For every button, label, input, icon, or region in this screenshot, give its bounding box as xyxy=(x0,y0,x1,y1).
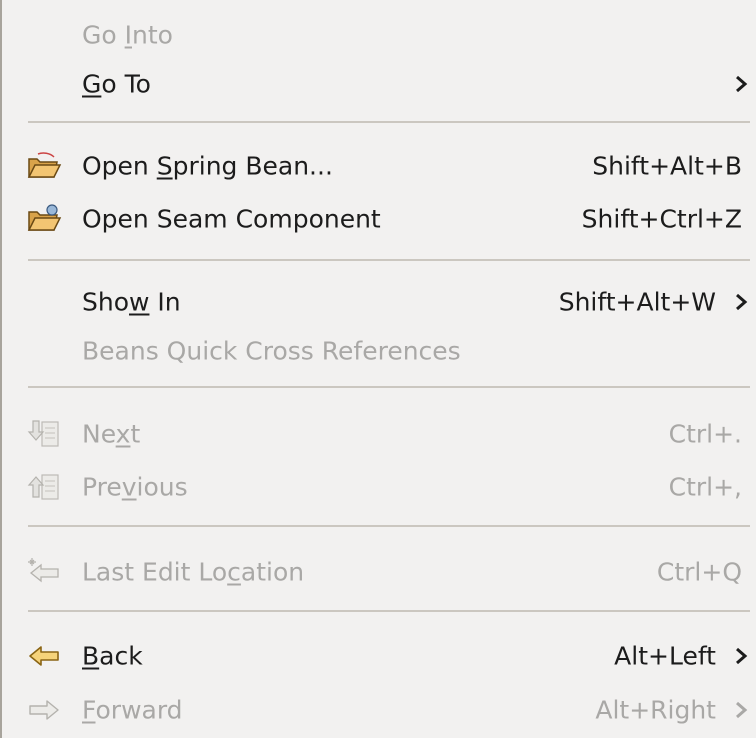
menu-separator xyxy=(28,386,750,388)
menu-item-beans-quick-cross-references[interactable]: Beans Quick Cross References xyxy=(2,327,756,375)
menu-item-last-edit-location-label: Last Edit Location xyxy=(82,557,305,587)
shortcut-label: Alt+Left xyxy=(614,641,716,671)
menu-item-show-in-label: Show In xyxy=(82,287,181,317)
menu-item-previous[interactable]: Previous Ctrl+, xyxy=(2,463,756,511)
shortcut-label: Shift+Alt+W xyxy=(558,287,716,317)
context-menu: Go Into Go To Open Spring Bean... Shift+… xyxy=(0,0,756,738)
menu-item-forward-label: Forward xyxy=(82,695,183,725)
menu-item-next-label: Next xyxy=(82,419,141,449)
chevron-right-icon xyxy=(736,75,748,93)
menu-item-open-spring-bean[interactable]: Open Spring Bean... Shift+Alt+B xyxy=(2,142,756,190)
menu-item-open-spring-bean-label: Open Spring Bean... xyxy=(82,151,333,181)
menu-item-last-edit-location[interactable]: Last Edit Location Ctrl+Q xyxy=(2,548,756,596)
menu-item-beans-quick-cross-references-label: Beans Quick Cross References xyxy=(82,336,461,366)
shortcut-label: Shift+Ctrl+Z xyxy=(581,204,742,234)
menu-item-go-into[interactable]: Go Into xyxy=(2,11,756,59)
shortcut-label: Ctrl+. xyxy=(668,419,742,449)
menu-item-go-to-label: Go To xyxy=(82,69,151,99)
menu-separator xyxy=(28,610,750,612)
menu-separator xyxy=(28,259,750,261)
shortcut-label: Shift+Alt+B xyxy=(592,151,742,181)
menu-item-open-seam-component[interactable]: Open Seam Component Shift+Ctrl+Z xyxy=(2,195,756,243)
open-folder-seam-icon xyxy=(27,204,62,231)
menu-separator xyxy=(28,525,750,527)
menu-item-go-to[interactable]: Go To xyxy=(2,60,756,108)
menu-item-forward[interactable]: Forward Alt+Right xyxy=(2,686,756,734)
menu-item-show-in[interactable]: Show In Shift+Alt+W xyxy=(2,278,756,326)
forward-arrow-icon xyxy=(29,700,59,720)
open-folder-icon xyxy=(27,152,62,178)
chevron-right-icon xyxy=(736,701,748,719)
shortcut-label: Alt+Right xyxy=(595,695,716,725)
shortcut-label: Ctrl+, xyxy=(668,472,742,502)
shortcut-label: Ctrl+Q xyxy=(656,557,742,587)
back-arrow-icon xyxy=(29,646,59,666)
chevron-right-icon xyxy=(736,293,748,311)
next-annotation-icon xyxy=(27,420,59,447)
menu-separator xyxy=(28,121,750,123)
menu-item-previous-label: Previous xyxy=(82,472,188,502)
menu-item-back[interactable]: Back Alt+Left xyxy=(2,632,756,680)
chevron-right-icon xyxy=(736,647,748,665)
menu-item-go-into-label: Go Into xyxy=(82,20,173,50)
menu-item-back-label: Back xyxy=(82,641,143,671)
last-edit-location-icon xyxy=(28,558,59,583)
previous-annotation-icon xyxy=(27,474,59,500)
menu-item-open-seam-component-label: Open Seam Component xyxy=(82,204,381,234)
menu-item-next[interactable]: Next Ctrl+. xyxy=(2,410,756,458)
